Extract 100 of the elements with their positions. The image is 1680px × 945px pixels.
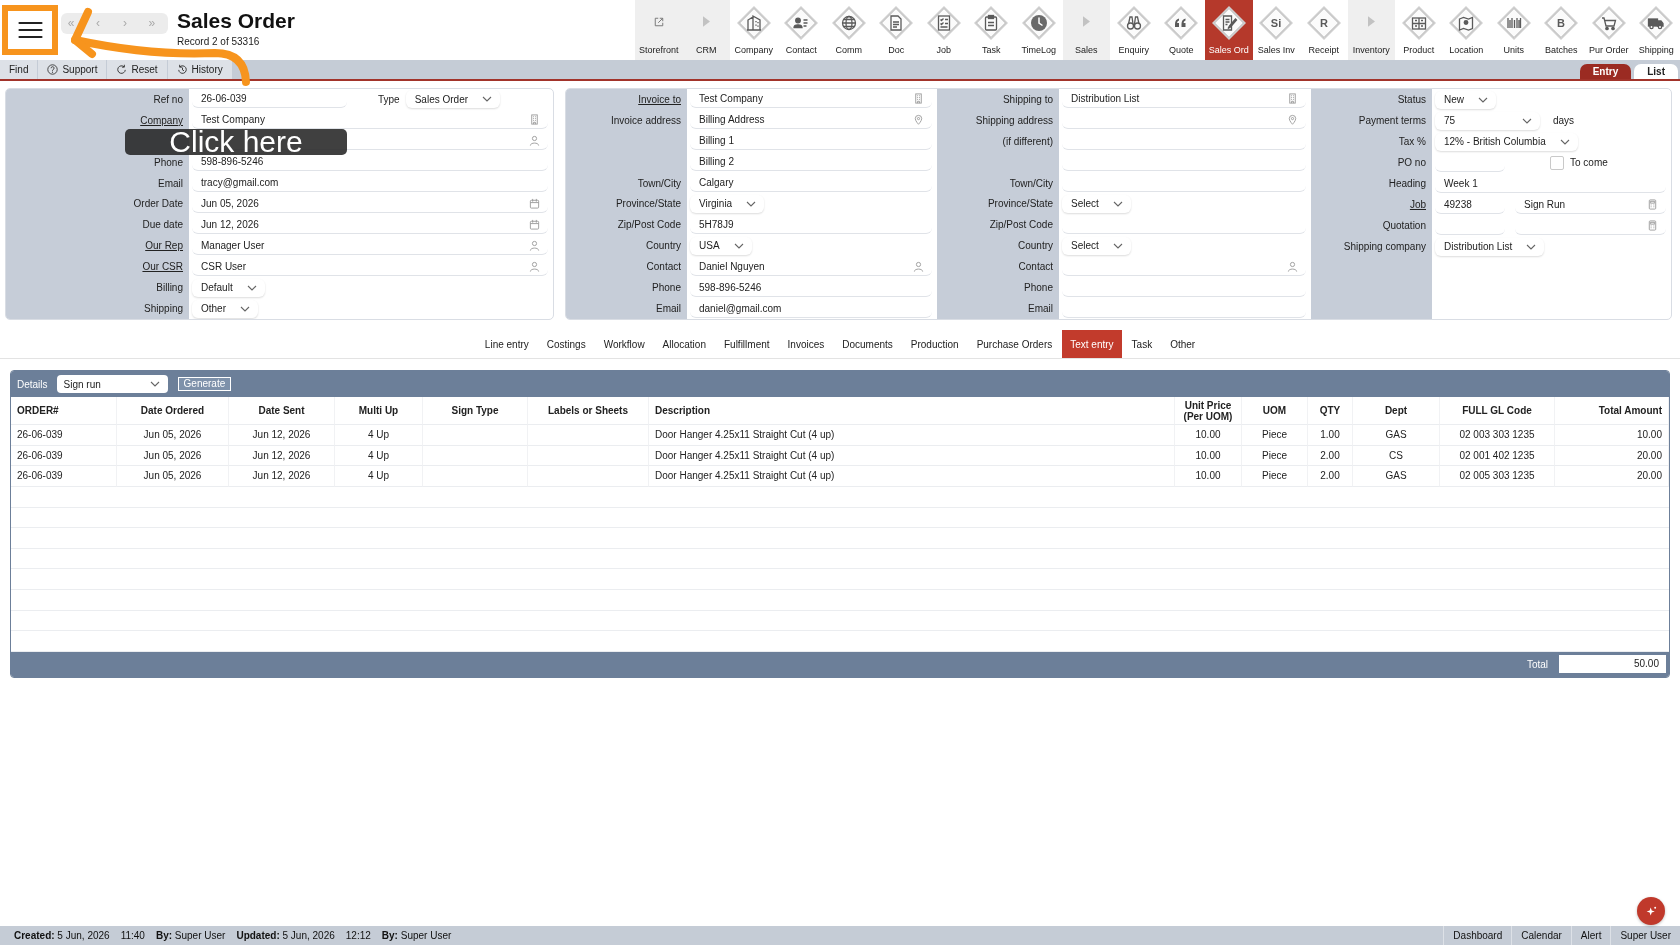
dropdown[interactable]: Virginia [690,195,765,213]
field-label: Status [1397,94,1426,105]
module-button[interactable]: Sales [1062,0,1110,60]
calculator-icon [1647,198,1658,210]
dropdown[interactable]: 75 [1435,111,1540,130]
section-tab[interactable]: Purchase Orders [968,330,1061,358]
field-link[interactable]: Company [140,114,183,126]
field-label: Phone [154,156,183,168]
sparkle-icon [1644,904,1658,918]
field-link[interactable]: Our CSR [142,261,183,273]
field-link[interactable]: Invoice to [638,93,681,105]
module-button[interactable]: CRM [682,0,730,60]
input-field[interactable]: Sign Run [1515,195,1666,214]
input-field[interactable]: Distribution List [1062,90,1306,109]
field-link[interactable]: Job [1409,199,1426,210]
hint-tooltip: Click here [125,129,347,155]
dropdown[interactable]: Select [1062,236,1131,255]
calendar-icon [529,218,540,230]
field-label: Contact [1018,261,1053,273]
input-field[interactable]: tracy@gmail.com [192,174,548,193]
panel-title: Details [17,378,48,390]
date-field[interactable]: Jun 05, 2026 [192,195,548,213]
field-label: Country [1018,240,1053,252]
view-tab[interactable]: List [1634,64,1678,79]
status-button[interactable]: Calendar [1511,926,1571,945]
status-button[interactable]: Super User [1610,926,1680,945]
dropdown[interactable]: Sign run [56,375,168,393]
input-field[interactable]: Billing 1 [690,132,932,151]
section-tab[interactable]: Workflow [595,330,653,358]
input-field[interactable]: 49238 [1435,195,1505,214]
checkbox[interactable] [1550,155,1564,170]
section-tab[interactable]: Documents [834,330,901,358]
table-cell: 2.00 [1308,445,1353,467]
assistant-button[interactable] [1637,897,1665,925]
input-field[interactable]: Billing Address [690,111,932,130]
chevron-down-icon [1112,242,1123,249]
toolbar-button[interactable]: Find [0,60,38,79]
section-tab[interactable]: Text entry [1062,330,1122,358]
input-field[interactable]: daniel@gmail.com [690,299,932,318]
input-field[interactable]: Billing 2 [690,153,932,172]
dropdown[interactable]: Sales Order [405,90,501,109]
dropdown[interactable]: Other [192,299,258,318]
total-field: 50.00 [1559,655,1666,674]
input-field[interactable]: Calgary [690,174,932,193]
module-button[interactable]: Inventory [1347,0,1395,60]
input-field[interactable]: Daniel Nguyen [690,257,932,276]
section-tab[interactable]: Invoices [779,330,833,358]
highlight-frame [2,5,58,55]
input-field[interactable]: Week 1 [1435,174,1666,193]
view-tab[interactable]: Entry [1579,64,1632,79]
dropdown[interactable]: 12% - British Columbia [1435,132,1578,151]
column-header: Date Ordered [117,397,229,425]
status-button[interactable]: Alert [1570,926,1611,945]
table-cell: 4 Up [335,425,423,446]
field-label: Province/State [987,198,1053,210]
column-header: QTY [1308,397,1353,425]
input-field[interactable]: CSR User [192,257,548,276]
date-field[interactable]: Jun 12, 2026 [192,215,548,234]
person-icon [913,260,924,272]
toolbar-button[interactable]: History [167,60,232,79]
module-button[interactable]: Storefront [635,0,683,60]
table-cell: 20.00 [1555,445,1669,467]
external-link-icon [652,16,665,28]
status-button[interactable]: Dashboard [1443,926,1512,945]
table-cell: 26-06-039 [11,445,117,467]
field-label: Contact [646,261,681,273]
input-field[interactable]: 598-896-5246 [690,278,932,297]
person-icon [529,239,540,251]
chevron-down-icon [240,305,250,312]
toolbar-button[interactable]: Support [38,60,107,79]
dropdown[interactable]: Select [1062,195,1131,213]
table-cell: 4 Up [335,466,423,487]
section-tab[interactable]: Production [902,330,967,358]
chevron-down-icon [246,284,257,291]
input-field[interactable]: 26-06-039 [192,90,347,109]
toolbar-button[interactable]: Reset [107,60,167,79]
section-tab[interactable]: Allocation [654,330,714,358]
section-tab[interactable]: Line entry [476,330,537,358]
section-tab[interactable]: Other [1162,330,1204,358]
section-tab[interactable]: Fulfillment [715,330,778,358]
document-icon [878,5,915,41]
dropdown[interactable]: Distribution List [1435,237,1545,256]
dropdown[interactable]: USA [690,236,752,255]
dropdown[interactable]: New [1435,90,1496,109]
section-tab[interactable]: Costings [538,330,594,358]
column-header: UOM [1242,397,1308,425]
field-link[interactable]: Our Rep [145,240,183,252]
module-button[interactable]: Sales Ord [1205,0,1253,60]
page-title: Sales Order [177,9,295,33]
table-cell: Jun 12, 2026 [229,466,335,487]
dropdown[interactable]: Default [192,278,265,297]
table-cell: 2.00 [1308,466,1353,487]
chevron-down-icon [1522,117,1532,124]
input-field[interactable]: Test Company [690,90,932,109]
section-tab[interactable]: Task [1123,330,1161,358]
binoculars-icon [1115,5,1152,41]
field-label: Zip/Post Code [617,219,681,231]
input-field[interactable]: 5H78J9 [690,215,932,234]
chevron-down-icon [1478,96,1488,103]
input-field[interactable]: Manager User [192,236,548,255]
